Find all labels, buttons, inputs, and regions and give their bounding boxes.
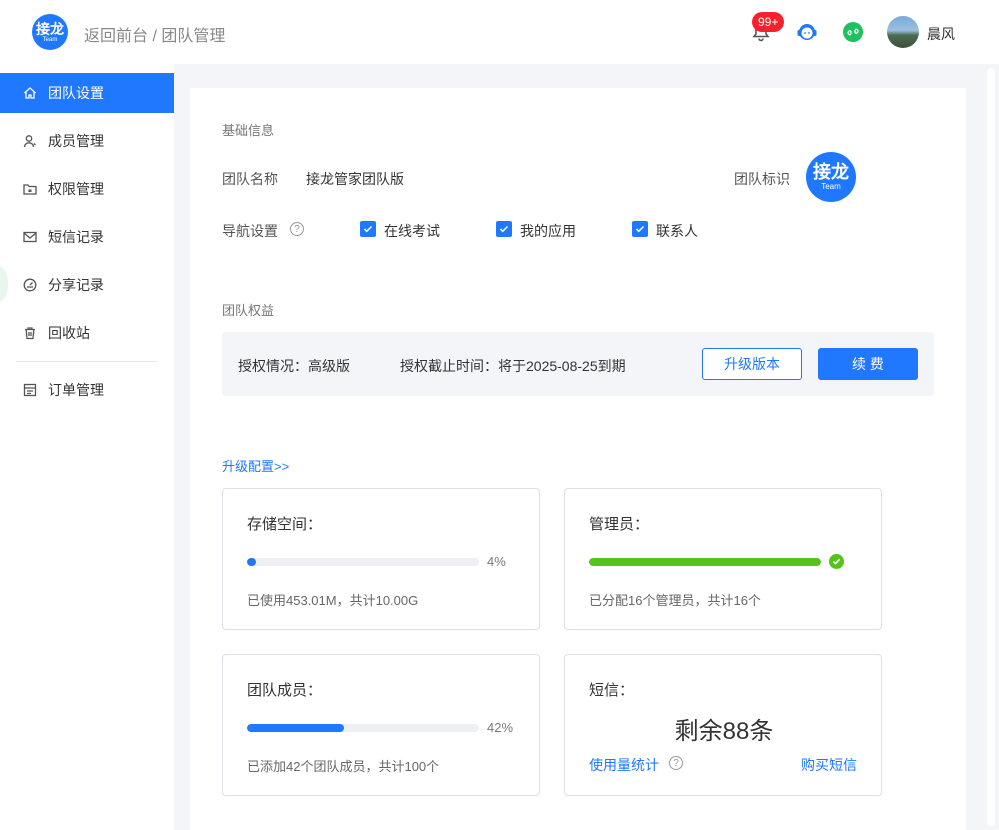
check-icon (635, 225, 645, 233)
mini-program-icon[interactable] (843, 22, 863, 42)
admins-progress (589, 558, 821, 566)
card-desc: 已使用453.01M，共计10.00G (247, 593, 419, 608)
trash-icon (25, 327, 35, 340)
card-desc: 已添加42个团队成员，共计100个 (247, 759, 440, 774)
mail-icon (23, 231, 37, 243)
progress-fill (247, 724, 345, 732)
help-icon[interactable]: ? (290, 222, 304, 236)
upgrade-config-link[interactable]: 升级配置>> (222, 456, 289, 475)
sidebar-item-sms-records[interactable]: 短信记录 (0, 217, 174, 257)
license-expiry: 授权截止时间：将于2025-08-25到期 (400, 358, 626, 374)
help-icon[interactable]: ? (669, 756, 683, 770)
sidebar-item-share-records[interactable]: 分享记录 (0, 265, 174, 305)
renew-button[interactable]: 续 费 (818, 348, 918, 380)
card-title: 短信： (589, 682, 635, 699)
team-name-label: 团队名称 (222, 171, 278, 187)
sidebar-divider (16, 361, 158, 362)
top-header: 接龙 Team 返回前台 / 团队管理 99+ 晨风 (0, 0, 999, 64)
team-logo[interactable]: 接龙 Team (806, 152, 856, 202)
progress-percent: 42% (487, 720, 514, 735)
sms-remaining: 剩余88条 (674, 718, 774, 745)
customer-service-icon[interactable] (796, 21, 818, 43)
checkbox-my-apps[interactable] (496, 221, 512, 237)
team-logo-label: 团队标识 (734, 171, 790, 187)
checkbox-label[interactable]: 在线考试 (384, 221, 440, 241)
scrollbar[interactable] (983, 64, 999, 830)
notification-badge: 99+ (752, 12, 785, 32)
sidebar-item-recycle-bin[interactable]: 回收站 (0, 313, 174, 353)
user-icon (23, 135, 36, 148)
buy-sms-link[interactable]: 购买短信 (801, 755, 857, 775)
app-logo[interactable]: 接龙 Team (32, 14, 68, 50)
card-title: 存储空间： (247, 516, 323, 533)
storage-progress (247, 558, 479, 566)
license-status: 授权情况：高级版 (238, 358, 350, 374)
gauge-icon (23, 278, 37, 292)
card-title: 团队成员： (247, 682, 323, 699)
sidebar: 团队设置 成员管理 权限管理 短信记录 分享记录 回收站 订单管理 (0, 64, 174, 830)
scrollbar-thumb[interactable] (987, 68, 995, 826)
upgrade-version-button[interactable]: 升级版本 (702, 348, 802, 380)
progress-percent: 4% (487, 554, 506, 569)
sms-card: 短信： 剩余88条 使用量统计 ? 购买短信 (564, 654, 882, 796)
progress-fill (247, 558, 257, 566)
home-icon (24, 87, 36, 99)
usage-stats-link[interactable]: 使用量统计 (589, 755, 659, 775)
card-title: 管理员： (589, 516, 650, 533)
avatar[interactable] (887, 16, 919, 48)
admins-card: 管理员： 已分配16个管理员，共计16个 (564, 488, 882, 630)
sidebar-item-team-settings[interactable]: 团队设置 (0, 73, 174, 113)
members-progress (247, 724, 479, 732)
check-icon (499, 225, 509, 233)
sidebar-item-members[interactable]: 成员管理 (0, 121, 174, 161)
username[interactable]: 晨风 (927, 24, 955, 44)
checkbox-contacts[interactable] (632, 221, 648, 237)
checkbox-label[interactable]: 联系人 (656, 221, 698, 241)
progress-fill (589, 558, 821, 566)
breadcrumb[interactable]: 返回前台 / 团队管理 (84, 22, 225, 46)
basic-info-title: 基础信息 (222, 123, 275, 138)
nav-settings-label: 导航设置 (222, 223, 278, 239)
storage-card: 存储空间： 4% 已使用453.01M，共计10.00G (222, 488, 540, 630)
check-circle-icon (829, 554, 844, 569)
check-icon (363, 225, 373, 233)
sidebar-item-permissions[interactable]: 权限管理 (0, 169, 174, 209)
members-card: 团队成员： 42% 已添加42个团队成员，共计100个 (222, 654, 540, 796)
team-rights-title: 团队权益 (222, 303, 275, 318)
checkbox-online-exam[interactable] (360, 221, 376, 237)
folder-lock-icon (23, 184, 37, 195)
checkbox-label[interactable]: 我的应用 (520, 221, 576, 241)
sidebar-item-orders[interactable]: 订单管理 (0, 370, 174, 410)
card-desc: 已分配16个管理员，共计16个 (589, 593, 761, 608)
order-icon (23, 383, 37, 397)
team-name-value[interactable]: 接龙管家团队版 (306, 169, 404, 189)
